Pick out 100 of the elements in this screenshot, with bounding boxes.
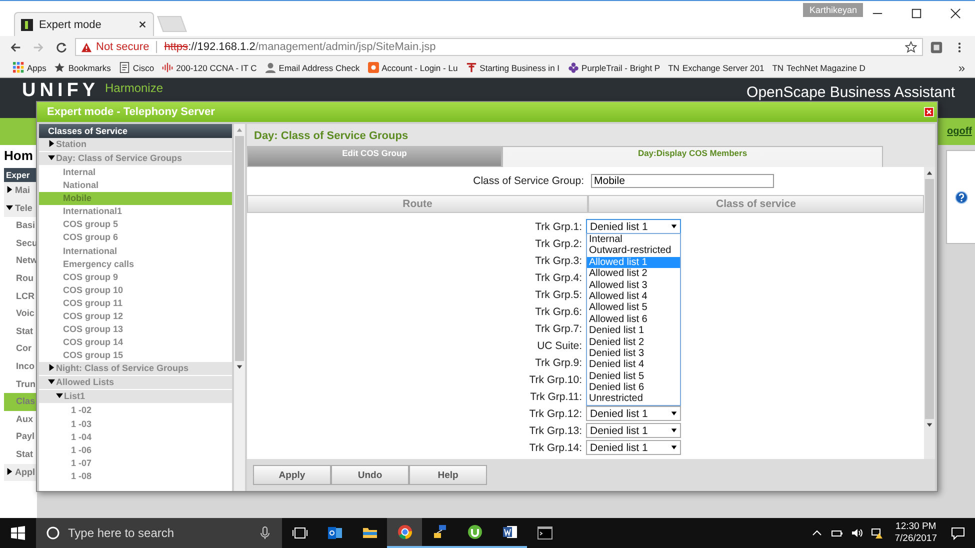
logoff-link[interactable]: ogoff xyxy=(947,126,972,137)
nav-item[interactable]: Mai xyxy=(4,182,37,200)
bookmark[interactable]: Starting Business in I xyxy=(462,62,563,73)
tree-item[interactable]: 1 -06 xyxy=(39,444,232,457)
nav-item[interactable]: Appl xyxy=(4,464,37,482)
class-dropdown[interactable]: Denied list 1 xyxy=(586,440,681,455)
close-icon[interactable] xyxy=(138,20,147,29)
search-field[interactable]: Type here to search xyxy=(36,518,282,548)
dropdown-option[interactable]: Allowed list 1 xyxy=(587,256,680,268)
bookmark[interactable]: 200-120 CCNA - IT C xyxy=(159,62,260,73)
dropdown-option[interactable]: Denied list 1 xyxy=(587,325,680,337)
tree-group[interactable]: Station xyxy=(39,138,232,152)
clock[interactable]: 12:30 PM 7/26/2017 xyxy=(894,521,937,545)
security-status: Not secure xyxy=(96,41,150,53)
route-label: Trk Grp.12: xyxy=(528,408,583,420)
tree-item[interactable]: Internal xyxy=(39,166,232,180)
bookmark[interactable]: Apps xyxy=(10,62,50,73)
tree-group[interactable]: Day: Class of Service Groups xyxy=(39,152,232,166)
tree-item[interactable]: Mobile xyxy=(39,192,232,206)
bookmark[interactable]: Account - Login - Lu xyxy=(364,62,461,73)
extension-icon[interactable] xyxy=(930,40,943,54)
browser-app-button[interactable] xyxy=(387,518,422,548)
dropdown-option[interactable]: Unrestricted xyxy=(587,393,680,405)
scroll-down-icon[interactable] xyxy=(236,364,243,370)
star-icon xyxy=(54,62,66,73)
dropdown-option[interactable]: Denied list 6 xyxy=(587,382,680,394)
tree-item[interactable]: 1 -07 xyxy=(39,456,232,470)
bookmark[interactable]: Cisco xyxy=(116,62,158,73)
dropdown-option[interactable]: Allowed list 2 xyxy=(587,268,680,280)
class-dropdown[interactable]: Denied list 1 xyxy=(586,423,681,438)
notification-icon[interactable] xyxy=(951,526,965,540)
volume-icon[interactable] xyxy=(850,527,863,539)
nav-item[interactable]: Tele xyxy=(4,200,37,218)
bookmark[interactable]: Email Address Check xyxy=(262,62,363,73)
flower-icon xyxy=(568,62,579,73)
section-heading: Day: Class of Service Groups xyxy=(253,129,410,144)
tree-item[interactable]: 1 -04 xyxy=(39,430,232,444)
column-header: Route xyxy=(247,195,588,213)
tree-item[interactable]: COS group 13 xyxy=(39,323,232,336)
dropdown-option[interactable]: Allowed list 3 xyxy=(587,280,680,291)
class-dropdown[interactable]: Denied list 1 xyxy=(586,406,681,421)
close-icon[interactable] xyxy=(950,8,961,19)
tree-item[interactable]: COS group 12 xyxy=(39,310,232,324)
scroll-up-icon[interactable] xyxy=(926,170,933,176)
network-warning-icon[interactable] xyxy=(870,527,883,539)
tree-item[interactable]: COS group 11 xyxy=(39,296,232,310)
dropdown-option[interactable]: Internal xyxy=(587,234,680,246)
dropdown-option[interactable]: Outward-restricted xyxy=(587,245,680,257)
microphone-icon[interactable] xyxy=(258,526,272,540)
tree-item[interactable]: 1 -03 xyxy=(39,418,232,431)
bookmark[interactable]: Bookmarks xyxy=(51,62,114,73)
more-bookmarks-button[interactable]: » xyxy=(958,60,965,74)
windows-icon[interactable] xyxy=(11,526,25,540)
profile-badge[interactable]: Karthikeyan xyxy=(803,3,863,17)
tree-group[interactable]: Allowed Lists xyxy=(39,376,232,390)
caret-icon xyxy=(671,411,677,416)
dropdown-option[interactable]: Denied list 4 xyxy=(587,359,680,371)
browser-icon xyxy=(396,524,412,540)
bookmark[interactable]: TN TechNet Magazine D xyxy=(769,62,868,72)
bookmark[interactable]: PurpleTrail - Bright P xyxy=(564,62,664,73)
tree-item[interactable]: National xyxy=(39,179,232,192)
tree-item[interactable]: COS group 6 xyxy=(39,231,232,245)
logo: UNIFY xyxy=(22,82,99,100)
route-label: Trk Grp.2: xyxy=(534,238,583,250)
help-icon[interactable] xyxy=(954,190,968,204)
dropdown-option[interactable]: Allowed list 6 xyxy=(587,314,680,326)
scrollbar[interactable] xyxy=(924,167,935,459)
search-icon xyxy=(46,526,60,540)
dropdown-option[interactable]: Denied list 2 xyxy=(587,336,680,348)
dropdown-option[interactable]: Denied list 5 xyxy=(587,370,680,382)
tree-item[interactable]: COS group 9 xyxy=(39,270,232,284)
tree-item[interactable]: COS group 10 xyxy=(39,284,232,297)
scrollbar[interactable] xyxy=(234,124,245,491)
dropdown-option[interactable]: Allowed list 4 xyxy=(587,290,680,302)
tree-group[interactable]: Night: Class of Service Groups xyxy=(39,362,232,376)
address-field[interactable]: Not secure https://192.168.1.2/management/admin/jsp/SiteMain.jsp xyxy=(75,38,923,56)
tree-item[interactable]: International xyxy=(39,244,232,258)
star-icon[interactable] xyxy=(905,41,917,53)
tree-item[interactable]: Emergency calls xyxy=(39,258,232,271)
tree-item[interactable]: COS group 15 xyxy=(39,349,232,362)
dialog-button[interactable]: Undo xyxy=(331,465,409,485)
tree-item[interactable]: International1 xyxy=(39,205,232,218)
tree-item[interactable]: COS group 5 xyxy=(39,218,232,232)
column-header: Class of service xyxy=(588,195,924,213)
dialog-button[interactable]: Apply xyxy=(253,465,331,485)
browser-tab[interactable]: Expert mode xyxy=(14,12,154,36)
tree-item[interactable]: 1 -08 xyxy=(39,470,232,483)
class-dropdown[interactable]: Denied list 1 xyxy=(586,219,681,234)
reload-icon[interactable] xyxy=(55,40,68,54)
tree-item[interactable]: COS group 14 xyxy=(39,336,232,350)
dropdown-option[interactable]: Denied list 3 xyxy=(587,348,680,360)
tree-group[interactable]: List1 xyxy=(39,390,232,404)
tree-item[interactable]: 1 -02 xyxy=(39,404,232,418)
bookmark[interactable]: TN Exchange Server 201 xyxy=(665,62,768,72)
maximize-icon[interactable] xyxy=(911,8,922,19)
scroll-down-icon[interactable] xyxy=(926,422,933,428)
dropdown-option[interactable]: Allowed list 5 xyxy=(587,302,680,314)
back-icon[interactable] xyxy=(9,40,22,54)
dialog-button[interactable]: Help xyxy=(409,465,487,485)
group-name-field[interactable]: Mobile xyxy=(591,174,774,188)
